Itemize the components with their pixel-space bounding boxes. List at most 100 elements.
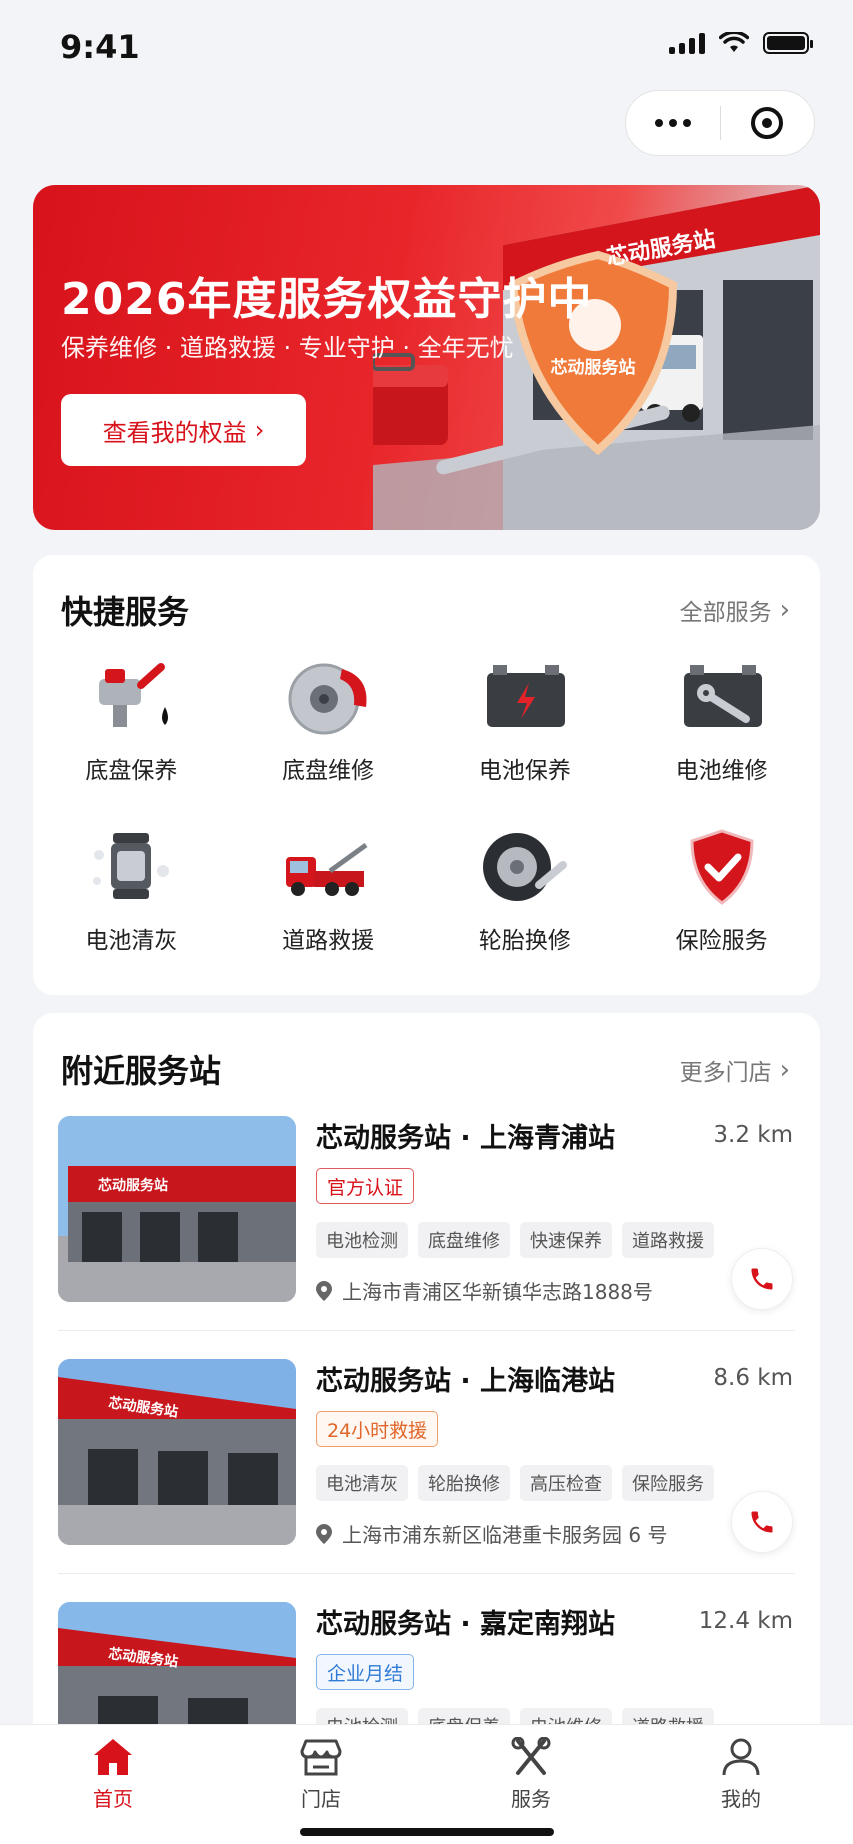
service-battery-maintenance[interactable]: 电池保养 xyxy=(427,655,624,789)
service-battery-repair[interactable]: 电池维修 xyxy=(623,655,820,789)
tab-services[interactable]: 服务 xyxy=(471,1737,591,1812)
banner-subtitle: 保养维修 · 道路救援 · 专业守护 · 全年无忧 xyxy=(61,334,514,362)
tab-label: 首页 xyxy=(93,1787,133,1811)
chevron-right-icon: › xyxy=(779,1055,790,1085)
service-label: 电池维修 xyxy=(675,758,768,784)
service-battery-cleaning[interactable]: 电池清灰 xyxy=(33,825,230,959)
service-chassis-repair[interactable]: 底盘维修 xyxy=(230,655,427,789)
tire-icon xyxy=(477,825,573,909)
service-tag: 高压检查 xyxy=(520,1465,612,1501)
list-divider xyxy=(58,1573,795,1574)
more-dots-icon xyxy=(654,119,691,127)
more-stores-link[interactable]: 更多门店 › xyxy=(680,1053,790,1087)
quick-services-title: 快捷服务 xyxy=(61,593,190,631)
station-item[interactable]: 芯动服务站 芯动服务站 · 上海临港站 8.6 km 24小时救援 电池清灰 轮… xyxy=(58,1359,793,1559)
all-services-label: 全部服务 xyxy=(679,600,772,626)
service-tag: 底盘维修 xyxy=(418,1222,510,1258)
service-insurance[interactable]: 保险服务 xyxy=(623,825,820,959)
tab-label: 服务 xyxy=(511,1787,551,1811)
station-name: 芯动服务站 · 上海临港站 xyxy=(316,1366,616,1397)
banner-title: 2026年度服务权益守护中 xyxy=(61,274,593,325)
list-divider xyxy=(58,1330,795,1331)
phone-icon xyxy=(751,1511,773,1533)
station-photo: 芯动服务站 xyxy=(58,1359,296,1545)
station-sign: 芯动服务站 xyxy=(98,1177,168,1194)
service-tag: 电池清灰 xyxy=(316,1465,408,1501)
view-benefits-button[interactable]: 查看我的权益 › xyxy=(61,394,306,466)
service-tag: 道路救援 xyxy=(622,1222,714,1258)
station-photo: 芯动服务站 xyxy=(58,1116,296,1302)
tab-store[interactable]: 门店 xyxy=(261,1737,381,1812)
station-distance: 12.4 km xyxy=(698,1608,793,1634)
status-time: 9:41 xyxy=(60,28,140,66)
benefits-banner[interactable]: 芯动服务站 芯动服务站 2026年度服务权益守护中 保养维修 · 道路救援 · … xyxy=(33,185,820,530)
call-button[interactable] xyxy=(731,1491,793,1553)
station-tags: 电池清灰 轮胎换修 高压检查 保险服务 xyxy=(316,1465,714,1501)
more-menu-button[interactable] xyxy=(626,91,720,155)
station-distance: 3.2 km xyxy=(713,1122,793,1148)
all-services-link[interactable]: 全部服务 › xyxy=(680,593,790,627)
nearby-stations-card: 附近服务站 更多门店 › 芯动服务站 芯动服务站 · 上海青浦站 3.2 km … xyxy=(33,1013,820,1788)
service-label: 电池保养 xyxy=(478,758,571,784)
nearby-stations-title: 附近服务站 xyxy=(61,1052,222,1090)
service-label: 底盘保养 xyxy=(85,758,178,784)
station-item[interactable]: 芯动服务站 芯动服务站 · 上海青浦站 3.2 km 官方认证 电池检测 底盘维… xyxy=(58,1116,793,1316)
station-address: 上海市浦东新区临港重卡服务园 6 号 xyxy=(316,1519,667,1548)
call-button[interactable] xyxy=(731,1248,793,1310)
home-indicator xyxy=(300,1828,554,1836)
tab-label: 我的 xyxy=(721,1787,761,1811)
address-text: 上海市浦东新区临港重卡服务园 6 号 xyxy=(342,1523,668,1547)
chevron-right-icon: › xyxy=(254,416,265,444)
tab-home[interactable]: 首页 xyxy=(53,1737,173,1812)
status-badge: 官方认证 xyxy=(316,1168,415,1204)
bottom-tab-bar: 首页 门店 服务 我的 xyxy=(0,1724,853,1844)
view-benefits-label: 查看我的权益 xyxy=(102,418,247,447)
battery-lightning-icon xyxy=(477,655,573,739)
chassis-maintenance-icon xyxy=(83,655,179,739)
target-icon xyxy=(751,107,784,139)
tab-profile[interactable]: 我的 xyxy=(681,1737,801,1812)
service-chassis-maintenance[interactable]: 底盘保养 xyxy=(33,655,230,789)
service-tag: 快速保养 xyxy=(520,1222,612,1258)
status-icons xyxy=(669,32,813,54)
tools-icon xyxy=(511,1737,551,1775)
status-badge: 企业月结 xyxy=(316,1654,415,1690)
service-label: 道路救援 xyxy=(282,928,375,954)
location-pin-icon xyxy=(316,1280,332,1301)
location-pin-icon xyxy=(316,1523,332,1544)
status-badge: 24小时救援 xyxy=(316,1411,439,1447)
service-label: 保险服务 xyxy=(675,928,768,954)
more-stores-label: 更多门店 xyxy=(679,1060,772,1086)
wifi-icon xyxy=(719,32,749,52)
user-icon xyxy=(722,1738,760,1776)
station-address: 上海市青浦区华新镇华志路1888号 xyxy=(316,1276,653,1305)
service-road-rescue[interactable]: 道路救援 xyxy=(230,825,427,959)
service-label: 底盘维修 xyxy=(282,758,375,784)
battery-icon xyxy=(763,32,813,54)
service-tag: 保险服务 xyxy=(622,1465,714,1501)
close-miniprogram-button[interactable] xyxy=(721,91,815,155)
service-tag: 轮胎换修 xyxy=(418,1465,510,1501)
station-name: 芯动服务站 · 上海青浦站 xyxy=(316,1123,616,1154)
service-tag: 电池检测 xyxy=(316,1222,408,1258)
station-name: 芯动服务站 · 嘉定南翔站 xyxy=(316,1609,616,1640)
battery-wrench-icon xyxy=(674,655,770,739)
quick-services-card: 快捷服务 全部服务 › 底盘保养 底盘维修 电池保养 电池维修 电池清灰 道路救… xyxy=(33,555,820,995)
miniprogram-capsule xyxy=(625,90,815,156)
battery-cleaning-icon xyxy=(83,825,179,909)
address-text: 上海市青浦区华新镇华志路1888号 xyxy=(342,1280,653,1304)
station-distance: 8.6 km xyxy=(713,1365,793,1391)
services-grid: 底盘保养 底盘维修 电池保养 电池维修 电池清灰 道路救援 轮胎换修 保险服务 xyxy=(33,655,820,959)
tow-truck-icon xyxy=(280,825,376,909)
service-tire-change[interactable]: 轮胎换修 xyxy=(427,825,624,959)
chevron-right-icon: › xyxy=(779,595,790,625)
phone-icon xyxy=(751,1268,773,1290)
status-bar: 9:41 xyxy=(0,0,853,90)
service-label: 电池清灰 xyxy=(85,928,178,954)
cellular-signal-icon xyxy=(669,32,705,54)
shield-text: 芯动服务站 xyxy=(551,357,636,378)
service-label: 轮胎换修 xyxy=(478,928,571,954)
home-icon xyxy=(94,1739,132,1775)
store-icon xyxy=(300,1739,342,1776)
brake-disc-icon xyxy=(280,655,376,739)
